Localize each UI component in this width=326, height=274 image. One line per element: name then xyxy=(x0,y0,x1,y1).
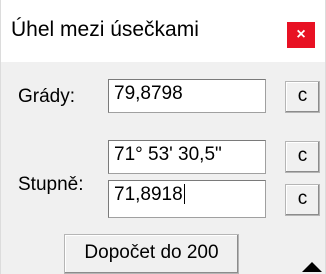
text-caret xyxy=(183,184,185,204)
compute-to-200-button[interactable]: Dopočet do 200 xyxy=(64,234,239,274)
grades-clear-button[interactable]: c xyxy=(285,81,320,113)
angle-dialog: Úhel mezi úsečkami × Grády: 79,8798 c St… xyxy=(0,0,326,274)
close-button[interactable]: × xyxy=(287,22,315,48)
dms-clear-button[interactable]: c xyxy=(285,141,320,173)
grades-label: Grády: xyxy=(18,86,76,107)
dms-input[interactable]: 71° 53' 30,5" xyxy=(108,140,266,174)
triangle-up-icon[interactable] xyxy=(302,262,322,272)
window-title: Úhel mezi úsečkami xyxy=(11,18,199,41)
decimal-clear-button[interactable]: c xyxy=(285,184,320,216)
title-bar: Úhel mezi úsečkami × xyxy=(1,0,325,62)
decimal-degrees-input[interactable]: 71,8918 xyxy=(108,180,266,218)
grades-input[interactable]: 79,8798 xyxy=(108,79,266,113)
stupne-label: Stupně: xyxy=(18,174,84,195)
decimal-degrees-value: 71,8918 xyxy=(114,184,183,205)
